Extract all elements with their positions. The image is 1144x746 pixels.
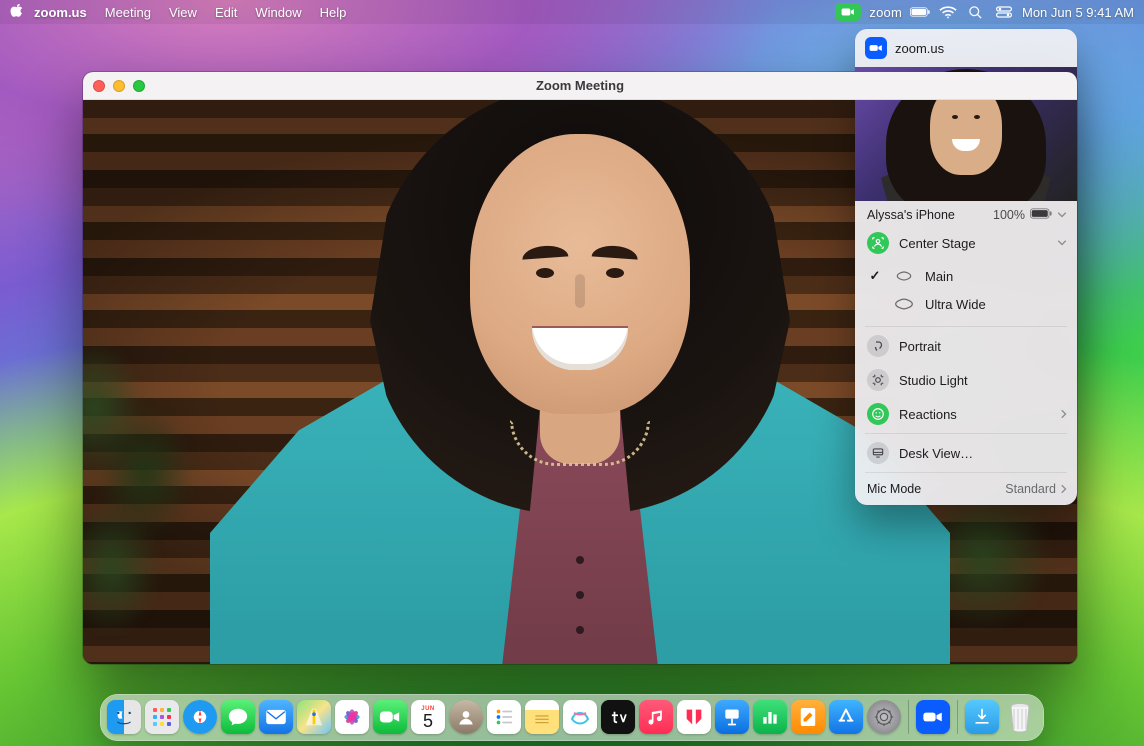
continuity-camera-menubar-icon[interactable] bbox=[835, 3, 861, 21]
popover-app-name: zoom.us bbox=[895, 41, 944, 56]
dock-app-messages[interactable] bbox=[221, 700, 255, 734]
apple-menu-icon[interactable] bbox=[10, 3, 34, 21]
control-center-icon[interactable] bbox=[994, 3, 1014, 21]
lens-ultrawide-label: Ultra Wide bbox=[925, 297, 986, 312]
studio-light-icon bbox=[867, 369, 889, 391]
chevron-right-icon bbox=[1061, 409, 1067, 419]
studio-light-label: Studio Light bbox=[899, 373, 968, 388]
dock-app-pages[interactable] bbox=[791, 700, 825, 734]
dock: JUN 5 bbox=[0, 694, 1144, 741]
device-battery-pct: 100% bbox=[993, 208, 1025, 222]
dock-app-numbers[interactable] bbox=[753, 700, 787, 734]
dock-app-news[interactable] bbox=[677, 700, 711, 734]
menubar-clock[interactable]: Mon Jun 5 9:41 AM bbox=[1022, 5, 1134, 20]
chevron-down-icon bbox=[1057, 212, 1067, 218]
studio-light-row[interactable]: Studio Light bbox=[855, 363, 1077, 397]
portrait-label: Portrait bbox=[899, 339, 941, 354]
device-row[interactable]: Alyssa's iPhone 100% bbox=[855, 201, 1077, 226]
reactions-row[interactable]: Reactions bbox=[855, 397, 1077, 431]
background-plant-left bbox=[83, 344, 213, 664]
checkmark-icon: ✓ bbox=[867, 268, 883, 284]
menubar-app-name[interactable]: zoom.us bbox=[34, 5, 96, 20]
continuity-camera-popover: zoom.us Alyssa's iPhone 100% bbox=[855, 29, 1077, 505]
dock-app-contacts[interactable] bbox=[449, 700, 483, 734]
desk-view-label: Desk View… bbox=[899, 446, 973, 461]
lens-ultrawide-icon bbox=[893, 298, 915, 310]
dock-divider bbox=[957, 700, 958, 734]
center-stage-icon bbox=[867, 232, 889, 254]
dock-app-reminders[interactable] bbox=[487, 700, 521, 734]
chevron-down-icon bbox=[1057, 240, 1067, 246]
dock-app-mail[interactable] bbox=[259, 700, 293, 734]
dock-app-zoom[interactable] bbox=[916, 700, 950, 734]
dock-app-keynote[interactable] bbox=[715, 700, 749, 734]
lens-options: ✓ Main Ultra Wide bbox=[855, 260, 1077, 324]
reactions-label: Reactions bbox=[899, 407, 957, 422]
calendar-day-label: 5 bbox=[423, 712, 433, 730]
menubar: zoom.us Meeting View Edit Window Help zo… bbox=[0, 0, 1144, 24]
dock-app-notes[interactable] bbox=[525, 700, 559, 734]
menubar-item-help[interactable]: Help bbox=[311, 5, 356, 20]
battery-status-icon[interactable] bbox=[910, 3, 930, 21]
portrait-icon bbox=[867, 335, 889, 357]
menubar-item-edit[interactable]: Edit bbox=[206, 5, 246, 20]
mic-mode-label: Mic Mode bbox=[867, 482, 921, 496]
dock-app-music[interactable] bbox=[639, 700, 673, 734]
center-stage-row[interactable]: Center Stage bbox=[855, 226, 1077, 260]
desk-view-row[interactable]: Desk View… bbox=[855, 436, 1077, 470]
menubar-item-window[interactable]: Window bbox=[246, 5, 310, 20]
lens-main-label: Main bbox=[925, 269, 953, 284]
dock-app-appstore[interactable] bbox=[829, 700, 863, 734]
participant-main bbox=[270, 104, 890, 664]
macos-desktop: zoom.us Meeting View Edit Window Help zo… bbox=[0, 0, 1144, 746]
menubar-item-meeting[interactable]: Meeting bbox=[96, 5, 160, 20]
dock-divider bbox=[908, 700, 909, 734]
lens-main-icon bbox=[893, 270, 915, 282]
dock-app-safari[interactable] bbox=[183, 700, 217, 734]
mic-mode-row[interactable]: Mic Mode Standard bbox=[855, 475, 1077, 505]
menubar-zoom-status[interactable]: zoom bbox=[869, 5, 902, 20]
dock-app-photos[interactable] bbox=[335, 700, 369, 734]
lens-option-ultrawide[interactable]: Ultra Wide bbox=[855, 290, 1077, 318]
wifi-status-icon[interactable] bbox=[938, 3, 958, 21]
desk-view-icon bbox=[867, 442, 889, 464]
window-title: Zoom Meeting bbox=[83, 78, 1077, 93]
reactions-icon bbox=[867, 403, 889, 425]
window-titlebar[interactable]: Zoom Meeting bbox=[83, 72, 1077, 100]
device-name: Alyssa's iPhone bbox=[867, 208, 955, 222]
menubar-item-view[interactable]: View bbox=[160, 5, 206, 20]
dock-app-finder[interactable] bbox=[107, 700, 141, 734]
portrait-row[interactable]: Portrait bbox=[855, 329, 1077, 363]
dock-app-calendar[interactable]: JUN 5 bbox=[411, 700, 445, 734]
battery-icon bbox=[1030, 208, 1052, 222]
dock-trash[interactable] bbox=[1003, 700, 1037, 734]
dock-app-settings[interactable] bbox=[867, 700, 901, 734]
dock-app-facetime[interactable] bbox=[373, 700, 407, 734]
dock-app-tv[interactable] bbox=[601, 700, 635, 734]
dock-downloads-stack[interactable] bbox=[965, 700, 999, 734]
dock-app-launchpad[interactable] bbox=[145, 700, 179, 734]
divider bbox=[865, 472, 1067, 473]
mic-mode-value: Standard bbox=[1005, 482, 1056, 496]
dock-app-maps[interactable] bbox=[297, 700, 331, 734]
checkmark-placeholder bbox=[867, 297, 883, 312]
spotlight-search-icon[interactable] bbox=[966, 3, 986, 21]
divider bbox=[865, 433, 1067, 434]
lens-option-main[interactable]: ✓ Main bbox=[855, 262, 1077, 290]
dock-app-freeform[interactable] bbox=[563, 700, 597, 734]
divider bbox=[865, 326, 1067, 327]
zoom-app-icon bbox=[865, 37, 887, 59]
popover-header: zoom.us bbox=[855, 29, 1077, 67]
chevron-right-icon bbox=[1061, 484, 1067, 494]
center-stage-label: Center Stage bbox=[899, 236, 976, 251]
